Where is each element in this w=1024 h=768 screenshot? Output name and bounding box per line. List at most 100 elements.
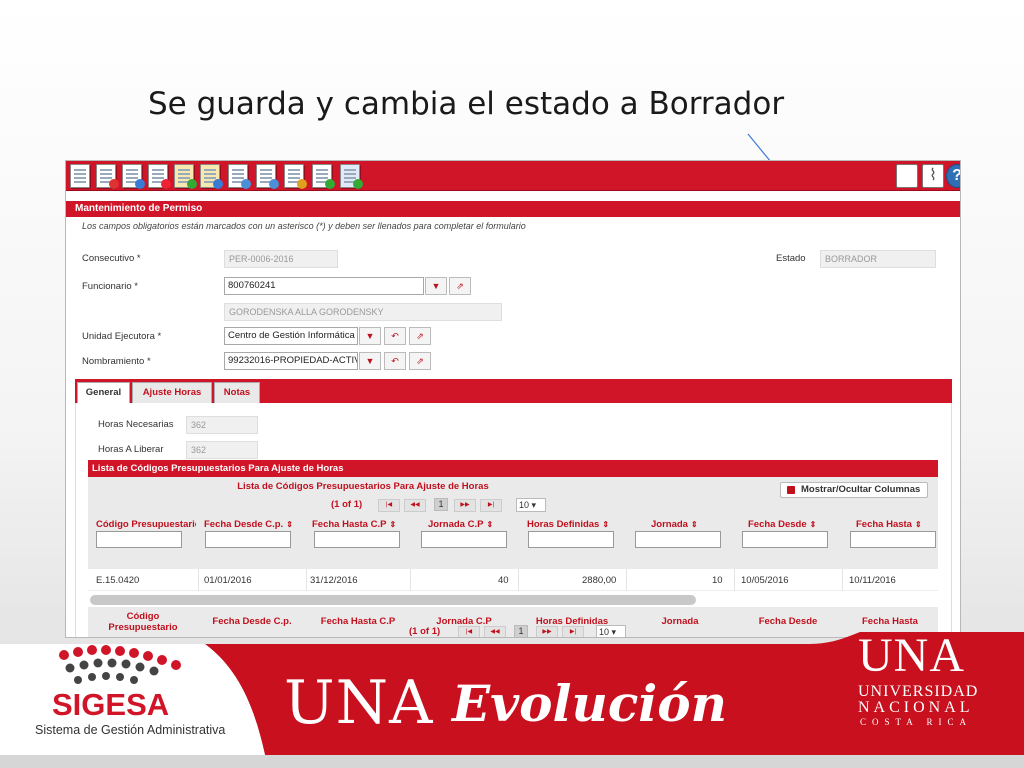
unidad-input[interactable]: Centro de Gestión Informática [224, 327, 358, 345]
grid-header-area: Lista de Códigos Presupuestarios Para Aj… [88, 477, 938, 569]
filter-input-jornada-cp[interactable] [421, 531, 507, 548]
approve-clipboard-icon[interactable] [174, 164, 197, 189]
next-page-button[interactable]: ▶▶ [454, 499, 476, 512]
required-notice: Los campos obligatorios están marcados c… [82, 221, 526, 231]
section-title: Mantenimiento de Permiso [66, 201, 960, 217]
toolbar: ⌇ ? [66, 161, 960, 191]
search-icon[interactable] [228, 164, 251, 189]
funcionario-label: Funcionario * [82, 281, 138, 292]
attachment-icon[interactable]: ⌇ [922, 164, 944, 188]
app-window: ⌇ ? Mantenimiento de Permiso Los campos … [65, 160, 961, 638]
tab-general[interactable]: General [77, 382, 130, 403]
first-page-button[interactable]: |◀ [378, 499, 400, 512]
filter-input-fecha-hasta[interactable] [850, 531, 936, 548]
column-divider [410, 569, 411, 591]
column-divider [842, 569, 843, 591]
export-icon[interactable] [312, 164, 335, 189]
unidad-dropdown-button[interactable]: ▼ [359, 327, 381, 345]
horas-necesarias-field: 362 [186, 416, 258, 434]
sigesa-subtitle: Sistema de Gestión Administrativa [35, 723, 226, 737]
nombramiento-dropdown-button[interactable]: ▼ [359, 352, 381, 370]
universidad-text: UNIVERSIDAD [858, 683, 979, 700]
column-header-horas-definidas[interactable]: Horas Definidas ⇕ [527, 519, 631, 530]
last-page-button[interactable]: ▶| [480, 499, 502, 512]
unidad-undo-button[interactable]: ↶ [384, 327, 406, 345]
footer-column-jornada: Jornada [661, 616, 699, 627]
current-page[interactable]: 1 [434, 498, 448, 511]
filter-input-jornada[interactable] [635, 531, 721, 548]
clipboard-icon[interactable] [200, 164, 223, 189]
rows-per-page-select[interactable]: 10 ▾ [516, 498, 546, 512]
cell-jornada: 10 [712, 575, 723, 586]
column-header-jornada[interactable]: Jornada ⇕ [651, 519, 751, 530]
tab-notas[interactable]: Notas [214, 382, 260, 403]
toggle-columns-button[interactable]: Mostrar/Ocultar Columnas [780, 482, 928, 498]
funcionario-input[interactable]: 800760241 [224, 277, 424, 295]
nacional-text: NACIONAL [858, 699, 974, 716]
consecutivo-field: PER-0006-2016 [224, 250, 338, 268]
unidad-open-button[interactable]: ⇗ [409, 327, 431, 345]
estado-label: Estado [776, 253, 806, 264]
undo-icon: ↶ [391, 331, 399, 341]
cell-fecha-hasta-cp: 31/12/2016 [310, 575, 358, 586]
filter-input-fecha-hasta-cp[interactable] [314, 531, 400, 548]
sigesa-logo-text: SIGESA [52, 687, 170, 722]
tab-ajuste-horas[interactable]: Ajuste Horas [132, 382, 212, 403]
nombramiento-open-button[interactable]: ⇗ [409, 352, 431, 370]
column-header-codigo[interactable]: Código Presupuestario [96, 519, 196, 530]
user-add-icon[interactable] [340, 164, 363, 189]
horas-liberar-label: Horas A Liberar [98, 444, 164, 455]
filter-input-horas-definidas[interactable] [528, 531, 614, 548]
column-divider [626, 569, 627, 591]
column-header-fecha-hasta-cp[interactable]: Fecha Hasta C.P ⇕ [312, 519, 416, 530]
column-header-fecha-desde-cp[interactable]: Fecha Desde C.p. ⇕ [204, 519, 308, 530]
filter-input-fecha-desde-cp[interactable] [205, 531, 291, 548]
external-link-icon: ⇗ [416, 331, 424, 341]
footer-column-fecha-hasta-cp: Fecha Hasta C.P [320, 616, 396, 627]
column-header-fecha-hasta[interactable]: Fecha Hasta ⇕ [856, 519, 938, 530]
delete-document-icon[interactable] [148, 164, 171, 189]
column-divider [734, 569, 735, 591]
save-document-icon[interactable] [122, 164, 145, 189]
funcionario-open-button[interactable]: ⇗ [449, 277, 471, 295]
unidad-label: Unidad Ejecutora * [82, 331, 162, 342]
prev-page-button[interactable]: ◀◀ [404, 499, 426, 512]
nombramiento-input[interactable]: 99232016-PROPIEDAD-ACTIV [224, 352, 358, 370]
undo-icon: ↶ [391, 356, 399, 366]
filter-input-fecha-desde[interactable] [742, 531, 828, 548]
sort-icon: ⇕ [809, 520, 817, 529]
copy-document-icon[interactable] [96, 164, 119, 189]
filter-input-codigo[interactable] [96, 531, 182, 548]
horizontal-scrollbar[interactable] [90, 595, 696, 605]
layout-icon[interactable] [896, 164, 918, 188]
new-document-icon[interactable] [70, 164, 90, 188]
nombramiento-undo-button[interactable]: ↶ [384, 352, 406, 370]
horas-liberar-field: 362 [186, 441, 258, 459]
una-banner-text: UNA [284, 668, 434, 738]
funcionario-dropdown-button[interactable]: ▼ [425, 277, 447, 295]
table-row[interactable]: E.15.0420 01/01/2016 31/12/2016 40 2880,… [88, 569, 938, 591]
help-icon[interactable]: ? [946, 164, 960, 188]
costa-rica-text: COSTA RICA [860, 717, 973, 727]
column-header-jornada-cp[interactable]: Jornada C.P ⇕ [428, 519, 532, 530]
horas-necesarias-label: Horas Necesarias [98, 419, 174, 430]
tab-bar: General Ajuste Horas Notas [75, 379, 952, 403]
column-header-fecha-desde[interactable]: Fecha Desde ⇕ [748, 519, 848, 530]
column-divider [306, 569, 307, 591]
cell-horas-definidas: 2880,00 [582, 575, 617, 586]
calendar-icon[interactable] [284, 164, 307, 189]
cell-fecha-desde-cp: 01/01/2016 [204, 575, 252, 586]
sort-icon: ⇕ [914, 520, 922, 529]
cell-jornada-cp: 40 [498, 575, 509, 586]
column-divider [518, 569, 519, 591]
footer-column-fecha-desde-cp: Fecha Desde C.p. [212, 616, 292, 627]
grid-outer-title: Lista de Códigos Presupuestarios Para Aj… [88, 460, 938, 477]
bottom-strip [0, 755, 1024, 768]
search-list-icon[interactable] [256, 164, 279, 189]
sort-icon: ⇕ [389, 520, 397, 529]
footer-column-fecha-desde: Fecha Desde [758, 616, 818, 627]
columns-icon [787, 486, 795, 494]
nombramiento-label: Nombramiento * [82, 356, 151, 367]
cell-codigo: E.15.0420 [96, 575, 140, 586]
consecutivo-label: Consecutivo * [82, 253, 141, 264]
